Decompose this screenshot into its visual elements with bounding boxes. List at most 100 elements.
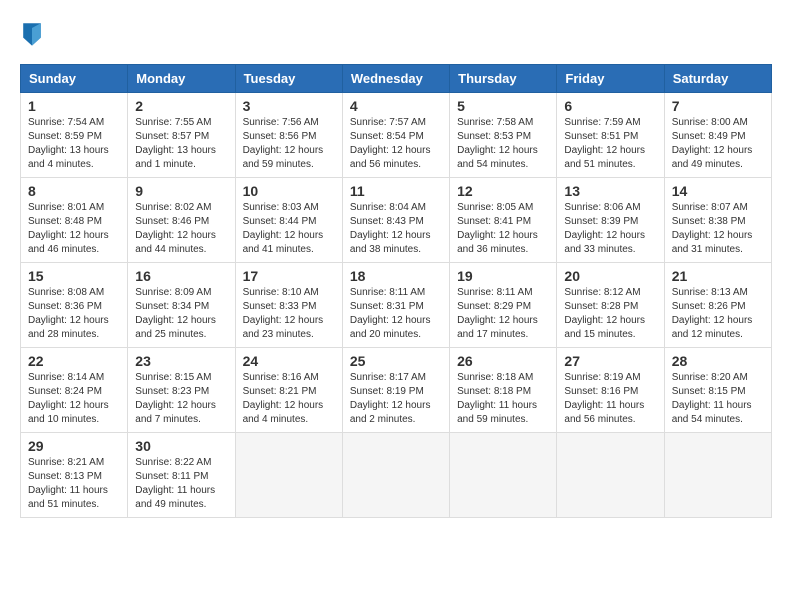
logo-icon <box>20 20 44 48</box>
day-info: Sunrise: 7:57 AMSunset: 8:54 PMDaylight:… <box>350 116 442 172</box>
day-cell-5: 5Sunrise: 7:58 AMSunset: 8:53 PMDaylight… <box>450 93 557 178</box>
day-cell-23: 23Sunrise: 8:15 AMSunset: 8:23 PMDayligh… <box>128 348 235 433</box>
logo <box>20 20 48 48</box>
day-number: 2 <box>135 98 227 114</box>
day-cell-12: 12 Sunrise: 8:05 AMSunset: 8:41 PMDayligh… <box>450 178 557 263</box>
day-info: Sunrise: 8:04 AMSunset: 8:43 PMDaylight:… <box>350 201 442 257</box>
week-row-5: 29 Sunrise: 8:21 AMSunset: 8:13 PMDayligh… <box>21 433 772 518</box>
day-cell-17: 17 Sunrise: 8:10 AMSunset: 8:33 PMDayligh… <box>235 263 342 348</box>
day-info: Sunrise: 8:21 AMSunset: 8:13 PMDaylight:… <box>28 456 120 512</box>
day-cell-4: 4 Sunrise: 7:57 AMSunset: 8:54 PMDaylight… <box>342 93 449 178</box>
day-number: 1 <box>28 98 120 114</box>
day-info: Sunrise: 8:15 AMSunset: 8:23 PMDaylight:… <box>135 371 227 427</box>
day-number: 20 <box>564 268 656 284</box>
week-row-1: 1Sunrise: 7:54 AMSunset: 8:59 PMDaylight… <box>21 93 772 178</box>
day-info: Sunrise: 8:18 AMSunset: 8:18 PMDaylight:… <box>457 371 549 427</box>
day-info: Sunrise: 8:12 AMSunset: 8:28 PMDaylight:… <box>564 286 656 342</box>
day-number: 24 <box>243 353 335 369</box>
col-header-monday: Monday <box>128 65 235 93</box>
day-number: 9 <box>135 183 227 199</box>
day-number: 15 <box>28 268 120 284</box>
day-cell-14: 14Sunrise: 8:07 AMSunset: 8:38 PMDayligh… <box>664 178 771 263</box>
day-cell-25: 25 Sunrise: 8:17 AMSunset: 8:19 PMDayligh… <box>342 348 449 433</box>
day-cell-28: 28 Sunrise: 8:20 AMSunset: 8:15 PMDayligh… <box>664 348 771 433</box>
day-info: Sunrise: 7:55 AMSunset: 8:57 PMDaylight:… <box>135 116 227 172</box>
week-row-3: 15 Sunrise: 8:08 AMSunset: 8:36 PMDayligh… <box>21 263 772 348</box>
day-number: 16 <box>135 268 227 284</box>
day-cell-7: 7 Sunrise: 8:00 AMSunset: 8:49 PMDaylight… <box>664 93 771 178</box>
day-number: 6 <box>564 98 656 114</box>
day-number: 28 <box>672 353 764 369</box>
day-number: 26 <box>457 353 549 369</box>
day-cell-13: 13 Sunrise: 8:06 AMSunset: 8:39 PMDayligh… <box>557 178 664 263</box>
day-cell-20: 20 Sunrise: 8:12 AMSunset: 8:28 PMDayligh… <box>557 263 664 348</box>
day-number: 25 <box>350 353 442 369</box>
day-info: Sunrise: 8:17 AMSunset: 8:19 PMDaylight:… <box>350 371 442 427</box>
col-header-saturday: Saturday <box>664 65 771 93</box>
day-number: 29 <box>28 438 120 454</box>
empty-cell <box>664 433 771 518</box>
day-cell-29: 29 Sunrise: 8:21 AMSunset: 8:13 PMDayligh… <box>21 433 128 518</box>
day-cell-3: 3 Sunrise: 7:56 AMSunset: 8:56 PMDaylight… <box>235 93 342 178</box>
day-cell-1: 1Sunrise: 7:54 AMSunset: 8:59 PMDaylight… <box>21 93 128 178</box>
day-cell-30: 30Sunrise: 8:22 AMSunset: 8:11 PMDayligh… <box>128 433 235 518</box>
day-number: 10 <box>243 183 335 199</box>
empty-cell <box>342 433 449 518</box>
day-number: 30 <box>135 438 227 454</box>
day-info: Sunrise: 8:06 AMSunset: 8:39 PMDaylight:… <box>564 201 656 257</box>
empty-cell <box>450 433 557 518</box>
day-cell-16: 16 Sunrise: 8:09 AMSunset: 8:34 PMDayligh… <box>128 263 235 348</box>
day-number: 12 <box>457 183 549 199</box>
day-info: Sunrise: 8:05 AMSunset: 8:41 PMDaylight:… <box>457 201 549 257</box>
week-row-4: 22Sunrise: 8:14 AMSunset: 8:24 PMDayligh… <box>21 348 772 433</box>
day-number: 3 <box>243 98 335 114</box>
day-number: 18 <box>350 268 442 284</box>
day-number: 7 <box>672 98 764 114</box>
day-info: Sunrise: 8:19 AMSunset: 8:16 PMDaylight:… <box>564 371 656 427</box>
day-number: 8 <box>28 183 120 199</box>
empty-cell <box>235 433 342 518</box>
day-cell-11: 11 Sunrise: 8:04 AMSunset: 8:43 PMDayligh… <box>342 178 449 263</box>
day-info: Sunrise: 8:01 AMSunset: 8:48 PMDaylight:… <box>28 201 120 257</box>
day-number: 4 <box>350 98 442 114</box>
day-cell-18: 18 Sunrise: 8:11 AMSunset: 8:31 PMDayligh… <box>342 263 449 348</box>
day-cell-8: 8 Sunrise: 8:01 AMSunset: 8:48 PMDaylight… <box>21 178 128 263</box>
day-info: Sunrise: 8:02 AMSunset: 8:46 PMDaylight:… <box>135 201 227 257</box>
day-number: 27 <box>564 353 656 369</box>
day-info: Sunrise: 8:08 AMSunset: 8:36 PMDaylight:… <box>28 286 120 342</box>
day-cell-19: 19 Sunrise: 8:11 AMSunset: 8:29 PMDayligh… <box>450 263 557 348</box>
day-info: Sunrise: 7:59 AMSunset: 8:51 PMDaylight:… <box>564 116 656 172</box>
day-info: Sunrise: 8:13 AMSunset: 8:26 PMDaylight:… <box>672 286 764 342</box>
day-info: Sunrise: 8:20 AMSunset: 8:15 PMDaylight:… <box>672 371 764 427</box>
day-cell-2: 2 Sunrise: 7:55 AMSunset: 8:57 PMDaylight… <box>128 93 235 178</box>
day-info: Sunrise: 7:56 AMSunset: 8:56 PMDaylight:… <box>243 116 335 172</box>
day-cell-6: 6 Sunrise: 7:59 AMSunset: 8:51 PMDaylight… <box>557 93 664 178</box>
day-number: 19 <box>457 268 549 284</box>
day-info: Sunrise: 8:11 AMSunset: 8:31 PMDaylight:… <box>350 286 442 342</box>
day-cell-27: 27 Sunrise: 8:19 AMSunset: 8:16 PMDayligh… <box>557 348 664 433</box>
day-info: Sunrise: 7:58 AMSunset: 8:53 PMDaylight:… <box>457 116 549 172</box>
col-header-sunday: Sunday <box>21 65 128 93</box>
week-row-2: 8 Sunrise: 8:01 AMSunset: 8:48 PMDaylight… <box>21 178 772 263</box>
day-cell-26: 26 Sunrise: 8:18 AMSunset: 8:18 PMDayligh… <box>450 348 557 433</box>
col-header-friday: Friday <box>557 65 664 93</box>
calendar-table: SundayMondayTuesdayWednesdayThursdayFrid… <box>20 64 772 518</box>
day-info: Sunrise: 8:00 AMSunset: 8:49 PMDaylight:… <box>672 116 764 172</box>
day-number: 11 <box>350 183 442 199</box>
day-cell-9: 9 Sunrise: 8:02 AMSunset: 8:46 PMDaylight… <box>128 178 235 263</box>
day-cell-15: 15 Sunrise: 8:08 AMSunset: 8:36 PMDayligh… <box>21 263 128 348</box>
day-cell-22: 22Sunrise: 8:14 AMSunset: 8:24 PMDayligh… <box>21 348 128 433</box>
day-info: Sunrise: 8:09 AMSunset: 8:34 PMDaylight:… <box>135 286 227 342</box>
col-header-wednesday: Wednesday <box>342 65 449 93</box>
day-number: 13 <box>564 183 656 199</box>
day-info: Sunrise: 8:11 AMSunset: 8:29 PMDaylight:… <box>457 286 549 342</box>
day-number: 21 <box>672 268 764 284</box>
day-number: 14 <box>672 183 764 199</box>
day-cell-24: 24Sunrise: 8:16 AMSunset: 8:21 PMDayligh… <box>235 348 342 433</box>
day-cell-21: 21 Sunrise: 8:13 AMSunset: 8:26 PMDayligh… <box>664 263 771 348</box>
day-number: 17 <box>243 268 335 284</box>
col-header-thursday: Thursday <box>450 65 557 93</box>
calendar-header-row: SundayMondayTuesdayWednesdayThursdayFrid… <box>21 65 772 93</box>
day-info: Sunrise: 8:10 AMSunset: 8:33 PMDaylight:… <box>243 286 335 342</box>
day-info: Sunrise: 8:14 AMSunset: 8:24 PMDaylight:… <box>28 371 120 427</box>
